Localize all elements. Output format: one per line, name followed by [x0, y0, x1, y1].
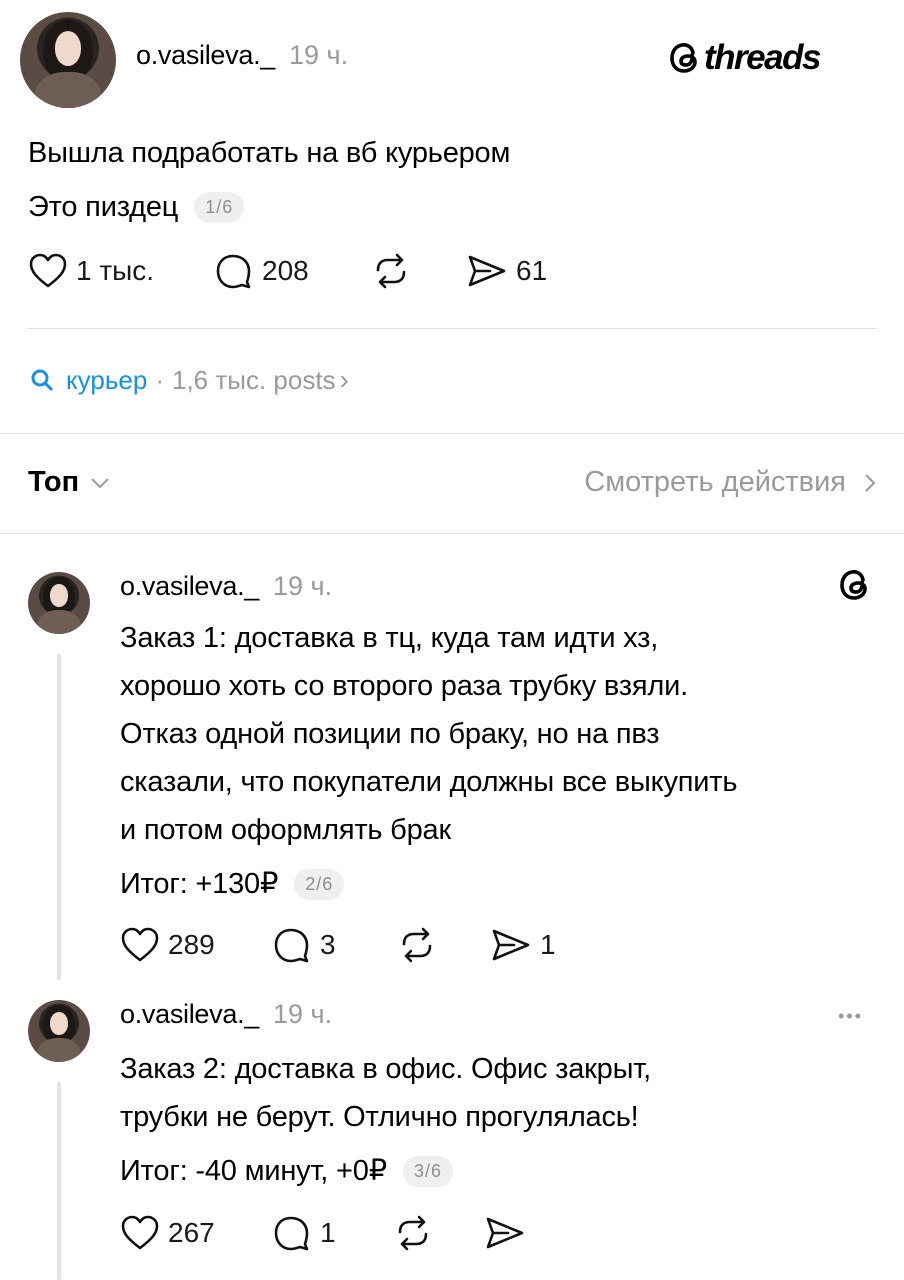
share-count: 61: [516, 255, 548, 286]
reply-count: 208: [262, 255, 309, 286]
comment-icon: [216, 254, 251, 289]
like-button[interactable]: 289: [120, 926, 215, 964]
reply-text-line: Заказ 2: доставка в офис. Офис закрыт,: [120, 1053, 651, 1085]
reply-count: 3: [320, 929, 336, 960]
thread-line: [57, 654, 61, 980]
like-button[interactable]: 267: [120, 1214, 215, 1252]
repost-button[interactable]: [370, 252, 412, 290]
section-divider: [0, 433, 904, 434]
tag-separator: ·: [155, 364, 164, 395]
share-count: 1: [540, 929, 556, 960]
repost-icon: [402, 927, 432, 963]
sort-dropdown[interactable]: Топ: [28, 466, 111, 499]
repost-icon: [376, 253, 406, 289]
thread-pager: 3/6: [402, 1155, 453, 1187]
heart-icon: [121, 1215, 159, 1250]
reply-count: 1: [320, 1217, 336, 1248]
post-time: 19 ч.: [272, 999, 333, 1029]
reply-text-line: Заказ 1: доставка в тц, куда там идти хз…: [120, 622, 659, 654]
reply-text-line: хорошо хоть со второго раза трубку взяли…: [120, 670, 688, 702]
heart-icon: [121, 927, 159, 962]
chevron-right-icon: [865, 473, 876, 492]
threads-logo: threads: [668, 38, 821, 78]
send-icon: [486, 1217, 524, 1249]
tag-name: курьер: [66, 364, 148, 395]
reply-button[interactable]: 1: [272, 1214, 336, 1252]
like-count: 267: [168, 1217, 215, 1248]
post-time: 19 ч.: [288, 40, 349, 70]
share-button[interactable]: [484, 1214, 526, 1252]
more-options-button[interactable]: •••: [838, 1006, 863, 1027]
view-activity-label: Смотреть действия: [584, 466, 846, 498]
like-count: 1 тыс.: [76, 255, 155, 286]
reply-text-line: Отказ одной позиции по браку, но на пвз: [120, 718, 660, 750]
username[interactable]: o.vasileva._: [136, 40, 275, 71]
avatar[interactable]: [20, 12, 116, 108]
avatar[interactable]: [28, 572, 90, 634]
tag-post-count: 1,6 тыс. posts: [171, 364, 336, 395]
reply-button[interactable]: 3: [272, 926, 336, 964]
repost-icon: [398, 1215, 428, 1251]
section-divider: [0, 533, 904, 534]
reply-text-line: сказали, что покупатели должны все выкуп…: [120, 766, 738, 798]
search-icon: [31, 369, 53, 391]
repost-button[interactable]: [396, 926, 438, 964]
username[interactable]: o.vasileva._: [120, 999, 259, 1030]
like-count: 289: [168, 929, 215, 960]
share-button[interactable]: 61: [466, 252, 547, 290]
reply-total: Итог: -40 минут, +0₽: [120, 1155, 387, 1187]
view-activity-link[interactable]: Смотреть действия: [584, 466, 878, 499]
divider: [26, 328, 878, 329]
tag-link[interactable]: курьер · 1,6 тыс. posts ›: [30, 364, 349, 396]
post-line-1: Вышла подработать на вб курьером: [28, 137, 511, 169]
reply-text-line: трубки не берут. Отлично прогулялась!: [120, 1101, 639, 1133]
sort-label: Топ: [28, 466, 80, 498]
threads-icon: [670, 43, 697, 73]
repost-button[interactable]: [392, 1214, 434, 1252]
send-icon: [492, 929, 530, 961]
thread-line: [57, 1082, 61, 1280]
reply-button[interactable]: 208: [214, 252, 309, 290]
chevron-right-icon: ›: [339, 364, 349, 395]
send-icon: [468, 255, 506, 287]
thread-pager: 1/6: [194, 191, 245, 223]
username[interactable]: o.vasileva._: [120, 571, 259, 602]
comment-icon: [274, 928, 309, 963]
threads-wordmark: threads: [704, 38, 821, 77]
chevron-down-icon: [91, 477, 109, 488]
comment-icon: [274, 1216, 309, 1251]
share-button[interactable]: 1: [490, 926, 556, 964]
reply-total: Итог: +130₽: [120, 868, 279, 900]
threads-icon: [840, 570, 867, 600]
like-button[interactable]: 1 тыс.: [28, 252, 154, 290]
post-line-2: Это пиздец: [28, 191, 179, 223]
avatar[interactable]: [28, 1000, 90, 1062]
post-time: 19 ч.: [272, 571, 333, 601]
thread-pager: 2/6: [294, 868, 345, 900]
reply-text-line: и потом оформлять брак: [120, 814, 451, 846]
heart-icon: [29, 253, 67, 288]
